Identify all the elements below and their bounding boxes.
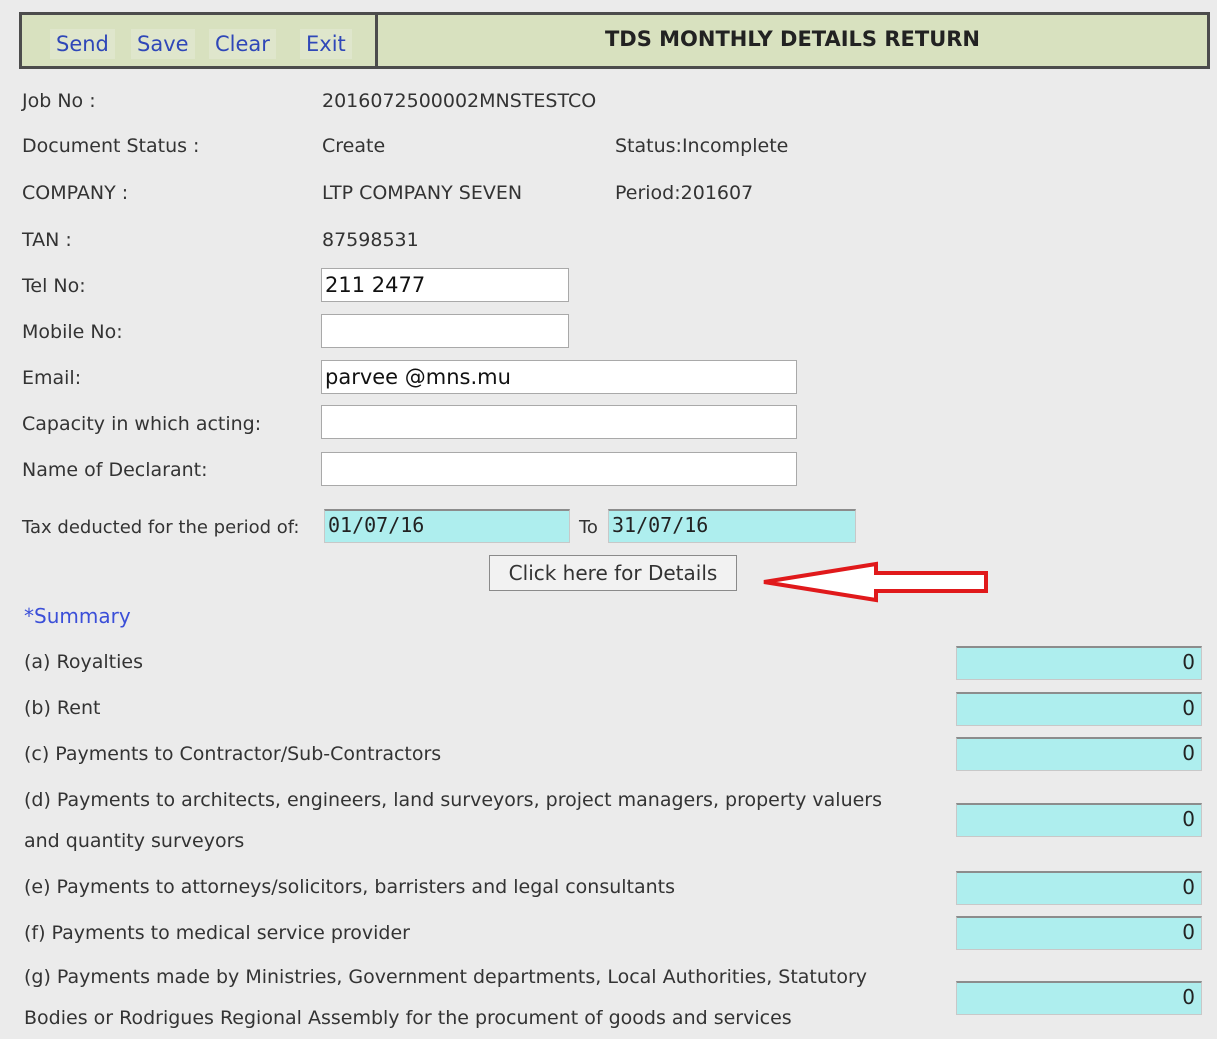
capacity-label: Capacity in which acting: [22, 413, 262, 435]
declarant-input[interactable] [321, 452, 797, 486]
mobile-label: Mobile No: [22, 321, 123, 343]
toolbar: Send Save Clear Exit [22, 15, 378, 66]
email-label: Email: [22, 367, 82, 389]
tan-value: 87598531 [322, 229, 419, 251]
summary-label: (g) Payments made by Ministries, Governm… [24, 966, 868, 988]
tel-label: Tel No: [22, 275, 86, 297]
company-label: COMPANY : [22, 182, 129, 204]
job-no-value: 2016072500002MNSTESTCO [322, 90, 597, 112]
document-status-value: Create [322, 135, 386, 157]
summary-label: (f) Payments to medical service provider [24, 922, 410, 944]
declarant-label: Name of Declarant: [22, 459, 208, 481]
summary-label: (d) Payments to architects, engineers, l… [24, 789, 883, 811]
send-button[interactable]: Send [50, 29, 115, 59]
period-text: Period:201607 [615, 182, 754, 204]
email-input[interactable] [321, 360, 797, 394]
mobile-input[interactable] [321, 314, 569, 348]
attorneys-amount-field[interactable]: 0 [956, 871, 1202, 905]
page-title: TDS MONTHLY DETAILS RETURN [604, 27, 981, 51]
contractors-amount-field[interactable]: 0 [956, 737, 1202, 771]
period-to-input[interactable]: 31/07/16 [608, 509, 856, 543]
summary-label: (a) Royalties [24, 651, 143, 673]
company-value: LTP COMPANY SEVEN [322, 182, 523, 204]
summary-label: Bodies or Rodrigues Regional Assembly fo… [24, 1007, 792, 1029]
document-status-label: Document Status : [22, 135, 200, 157]
red-arrow-annotation [763, 561, 988, 603]
summary-heading: *Summary [24, 604, 131, 628]
save-button[interactable]: Save [131, 29, 195, 59]
tel-input[interactable] [321, 268, 569, 302]
to-label: To [579, 517, 598, 538]
clear-button[interactable]: Clear [209, 29, 276, 59]
ministries-amount-field[interactable]: 0 [956, 981, 1202, 1015]
job-no-label: Job No : [22, 90, 96, 112]
details-button[interactable]: Click here for Details [489, 555, 737, 591]
header-bar: Send Save Clear Exit TDS MONTHLY DETAILS… [19, 12, 1210, 69]
exit-button[interactable]: Exit [300, 29, 352, 59]
royalties-amount-field[interactable]: 0 [956, 646, 1202, 680]
architects-amount-field[interactable]: 0 [956, 803, 1202, 837]
status-text: Status:Incomplete [615, 135, 789, 157]
capacity-input[interactable] [321, 405, 797, 439]
period-from-input[interactable]: 01/07/16 [324, 509, 570, 543]
summary-label: (b) Rent [24, 697, 101, 719]
summary-label: (c) Payments to Contractor/Sub-Contracto… [24, 743, 442, 765]
summary-label: and quantity surveyors [24, 830, 245, 852]
tan-label: TAN : [22, 229, 72, 251]
summary-label: (e) Payments to attorneys/solicitors, ba… [24, 876, 676, 898]
period-of-label: Tax deducted for the period of: [22, 517, 300, 538]
medical-amount-field[interactable]: 0 [956, 916, 1202, 950]
rent-amount-field[interactable]: 0 [956, 692, 1202, 726]
